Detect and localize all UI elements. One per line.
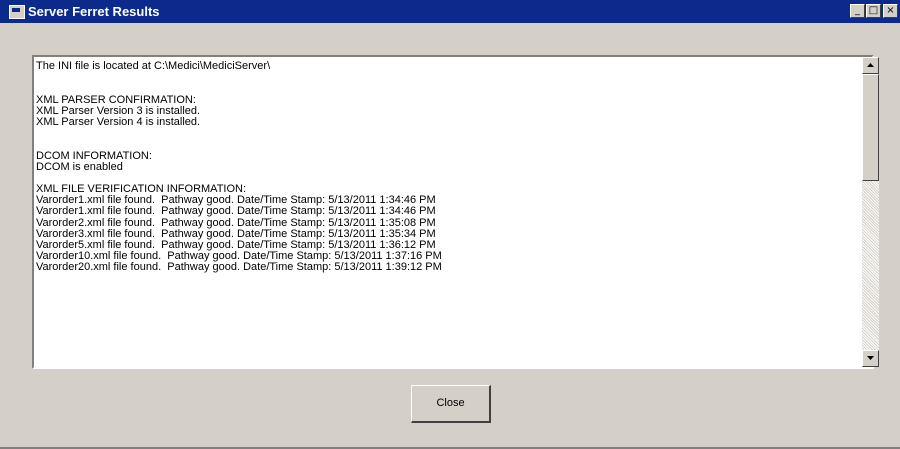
app-window-icon[interactable] bbox=[9, 5, 25, 19]
window-title: Server Ferret Results bbox=[28, 4, 160, 19]
arrow-down-icon bbox=[867, 356, 874, 360]
result-line bbox=[36, 83, 856, 94]
scroll-up-button[interactable] bbox=[862, 57, 879, 74]
arrow-up-icon bbox=[867, 63, 874, 67]
scroll-thumb[interactable] bbox=[862, 74, 879, 181]
result-line bbox=[36, 72, 856, 83]
results-textbox[interactable]: The INI file is located at C:\Medici\Med… bbox=[32, 55, 874, 369]
vertical-scrollbar[interactable] bbox=[862, 57, 879, 367]
close-button[interactable]: Close bbox=[411, 385, 491, 423]
maximize-button[interactable]: □ bbox=[866, 4, 881, 18]
result-line bbox=[36, 139, 856, 150]
title-bar[interactable]: Server Ferret Results _ □ × bbox=[0, 0, 900, 23]
result-line: Varorder1.xml file found. Pathway good. … bbox=[36, 205, 436, 218]
result-line: Varorder20.xml file found. Pathway good.… bbox=[36, 261, 442, 274]
result-line: DCOM is enabled bbox=[36, 160, 123, 173]
minimize-button[interactable]: _ bbox=[850, 4, 865, 18]
result-line: DCOM INFORMATION: bbox=[36, 149, 152, 162]
close-window-button[interactable]: × bbox=[883, 4, 898, 18]
result-line: XML Parser Version 4 is installed. bbox=[36, 115, 201, 128]
scroll-down-button[interactable] bbox=[862, 350, 879, 367]
results-text: The INI file is located at C:\Medici\Med… bbox=[36, 60, 856, 274]
result-line bbox=[36, 128, 856, 139]
result-line: The INI file is located at C:\Medici\Med… bbox=[36, 60, 271, 72]
